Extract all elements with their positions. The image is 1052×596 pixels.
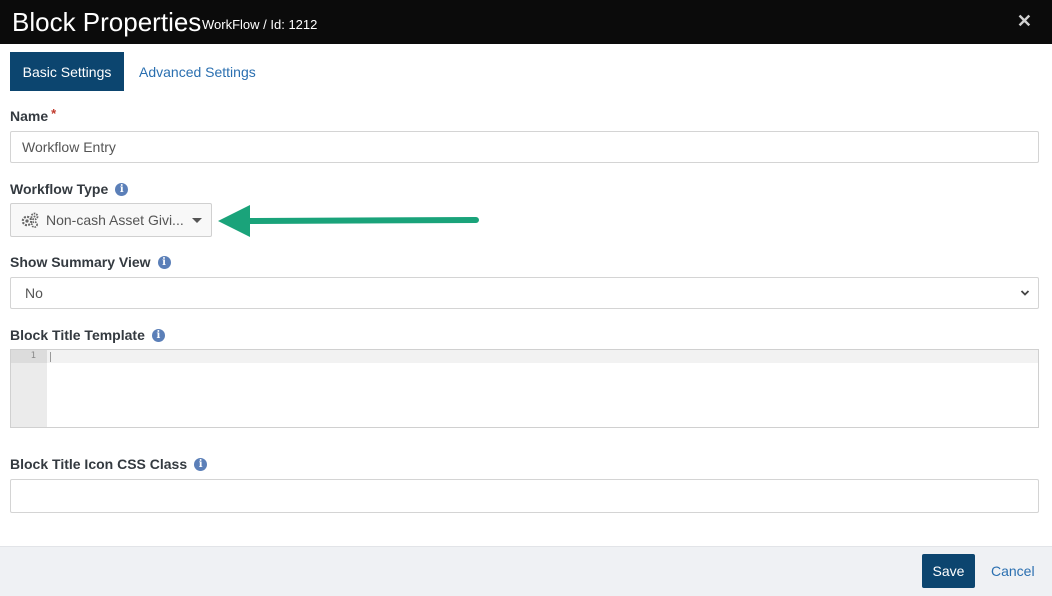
save-button[interactable]: Save [922,554,975,588]
info-icon[interactable]: i [115,182,129,196]
text-cursor [50,352,51,362]
show-summary-label-text: Show Summary View [10,254,151,270]
block-title-icon-css-input[interactable] [10,479,1039,513]
cancel-link[interactable]: Cancel [991,554,1035,588]
name-label: Name * [10,105,57,125]
required-marker: * [51,105,57,121]
name-label-text: Name [10,108,49,124]
close-icon[interactable]: ✕ [1017,12,1032,30]
block-title-template-label: Block Title Template i [10,327,165,343]
workflow-type-picker[interactable]: Non-cash Asset Givi... [10,203,212,237]
gears-icon [21,212,39,228]
dialog-footer [0,546,1052,596]
show-summary-value: No [25,285,43,301]
block-title-icon-css-label-text: Block Title Icon CSS Class [10,456,188,472]
dialog-title: Block Properties [12,7,202,37]
block-title-icon-css-label: Block Title Icon CSS Class i [10,456,208,472]
chevron-down-icon [1020,290,1030,296]
show-summary-label: Show Summary View i [10,254,171,270]
caret-down-icon [192,218,202,223]
tab-basic-settings[interactable]: Basic Settings [10,52,124,91]
workflow-type-label: Workflow Type i [10,181,129,197]
editor-active-line [11,350,1038,363]
workflow-type-label-text: Workflow Type [10,181,109,197]
info-icon[interactable]: i [157,255,171,269]
block-title-template-editor[interactable]: 1 [10,349,1039,428]
name-input[interactable]: Workflow Entry [10,131,1039,163]
info-icon[interactable]: i [151,328,165,342]
workflow-type-value: Non-cash Asset Givi... [46,212,184,228]
annotation-arrow [218,205,479,237]
tab-advanced-settings[interactable]: Advanced Settings [139,52,256,91]
line-number: 1 [30,351,36,361]
dialog-header: Block Properties WorkFlow / Id: 1212 ✕ [0,0,1052,44]
show-summary-select[interactable]: No [10,277,1039,309]
dialog-subtitle: WorkFlow / Id: 1212 [202,17,318,32]
block-title-template-label-text: Block Title Template [10,327,145,343]
info-icon[interactable]: i [194,457,208,471]
